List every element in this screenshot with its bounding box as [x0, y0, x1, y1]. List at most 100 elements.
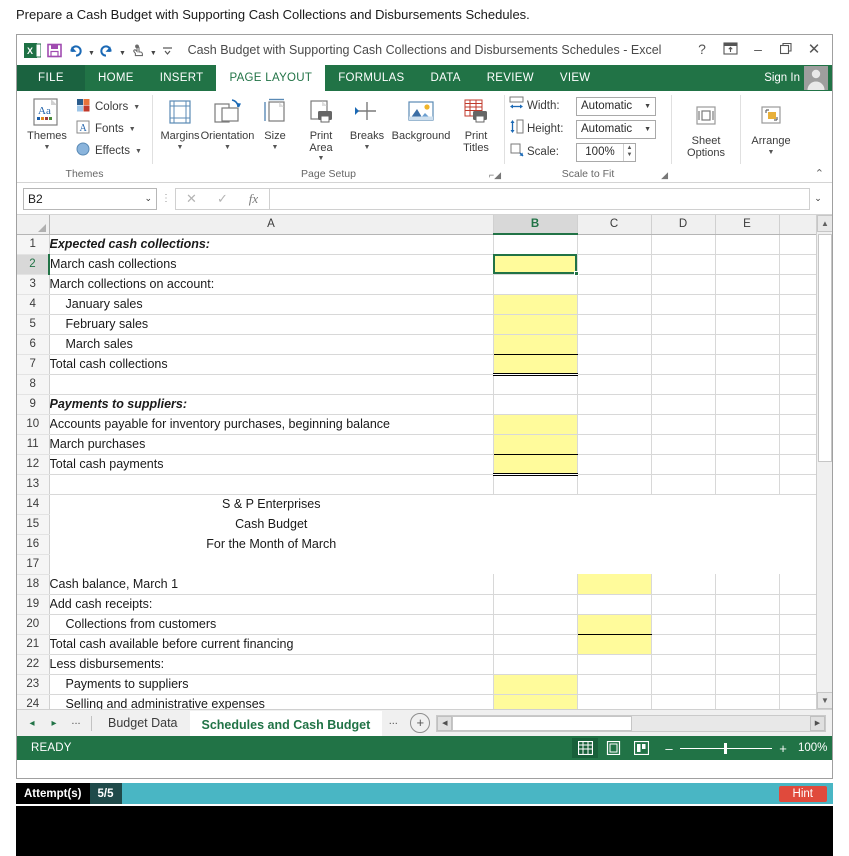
cell-D1[interactable]: [651, 234, 716, 255]
cell-F10[interactable]: [779, 414, 819, 435]
cell-F4[interactable]: [779, 294, 819, 315]
width-dropdown-icon[interactable]: ▼: [644, 103, 655, 110]
cell-A22[interactable]: Less disbursements:: [49, 654, 494, 675]
cell-A24[interactable]: Selling and administrative expenses: [49, 694, 494, 709]
name-box-dropdown-icon[interactable]: ⌄: [144, 193, 152, 204]
cell-E4[interactable]: [715, 294, 780, 315]
cell-B5[interactable]: [493, 314, 578, 335]
collapse-ribbon-icon[interactable]: ⌃: [815, 167, 824, 180]
cell-E19[interactable]: [715, 594, 780, 615]
cell-F6[interactable]: [779, 334, 819, 355]
hint-button[interactable]: Hint: [778, 785, 827, 802]
cell-B11[interactable]: [493, 434, 578, 455]
cell-F1[interactable]: [779, 234, 819, 255]
cell-E1[interactable]: [715, 234, 780, 255]
last-sheet-icon[interactable]: ▸: [43, 718, 65, 729]
cell-F8[interactable]: [779, 374, 819, 395]
vertical-scrollbar-thumb[interactable]: [818, 234, 832, 462]
print-titles-button[interactable]: Print Titles: [452, 94, 500, 156]
row-header-7[interactable]: 7: [17, 354, 50, 375]
column-header-e[interactable]: E: [715, 215, 780, 235]
row-header-11[interactable]: 11: [17, 434, 50, 455]
cell-C14[interactable]: [577, 494, 651, 514]
cell-E17[interactable]: [715, 554, 779, 574]
tab-insert[interactable]: INSERT: [147, 65, 217, 91]
more-sheets-left-icon[interactable]: ...: [65, 715, 87, 727]
scale-spinner[interactable]: 100% ▲ ▼: [576, 142, 636, 162]
cell-A16[interactable]: For the Month of March: [49, 534, 493, 554]
row-header-18[interactable]: 18: [17, 574, 50, 595]
column-header-b[interactable]: B: [493, 215, 578, 235]
restore-button[interactable]: [772, 37, 800, 61]
touch-mode-dropdown-icon[interactable]: ▼: [150, 50, 157, 57]
redo-dropdown-icon[interactable]: ▼: [119, 50, 126, 57]
cell-D11[interactable]: [651, 434, 716, 455]
cell-B14[interactable]: [493, 494, 577, 514]
scroll-left-icon[interactable]: ◀: [437, 715, 453, 731]
cell-D3[interactable]: [651, 274, 716, 295]
theme-effects-dropdown-icon[interactable]: ▼: [135, 148, 142, 155]
cell-D13[interactable]: [651, 474, 716, 495]
cell-A5[interactable]: February sales: [49, 314, 494, 335]
cell-B16[interactable]: [493, 534, 577, 554]
add-sheet-button[interactable]: +: [410, 713, 431, 733]
row-header-16[interactable]: 16: [17, 534, 50, 555]
cell-D20[interactable]: [651, 614, 716, 635]
background-button[interactable]: Background: [390, 94, 452, 145]
zoom-out-button[interactable]: –: [664, 741, 674, 756]
cell-D23[interactable]: [651, 674, 716, 695]
cell-C17[interactable]: [577, 554, 651, 574]
size-button[interactable]: Size ▼: [252, 94, 298, 153]
cell-E15[interactable]: [715, 514, 779, 534]
cell-C12[interactable]: [577, 454, 652, 475]
cell-E24[interactable]: [715, 694, 780, 709]
cell-B10[interactable]: [493, 414, 578, 435]
cell-E3[interactable]: [715, 274, 780, 295]
cell-D5[interactable]: [651, 314, 716, 335]
cell-F20[interactable]: [779, 614, 819, 635]
cell-A20[interactable]: Collections from customers: [49, 614, 494, 635]
row-header-23[interactable]: 23: [17, 674, 50, 695]
row-header-17[interactable]: 17: [17, 554, 50, 575]
cell-B18[interactable]: [493, 574, 578, 595]
cell-E12[interactable]: [715, 454, 780, 475]
cell-D24[interactable]: [651, 694, 716, 709]
cell-B20[interactable]: [493, 614, 578, 635]
cell-D12[interactable]: [651, 454, 716, 475]
cell-D17[interactable]: [651, 554, 715, 574]
cell-A13[interactable]: [49, 474, 494, 495]
theme-colors-dropdown-icon[interactable]: ▼: [133, 104, 140, 111]
cell-C19[interactable]: [577, 594, 652, 615]
cell-E14[interactable]: [715, 494, 779, 514]
tab-view[interactable]: VIEW: [547, 65, 604, 91]
column-header-f[interactable]: [779, 215, 819, 235]
cell-B21[interactable]: [493, 634, 578, 655]
scroll-right-icon[interactable]: ▶: [810, 715, 825, 731]
orientation-button[interactable]: Orientation ▼: [201, 94, 254, 153]
cell-D16[interactable]: [651, 534, 715, 554]
breaks-button[interactable]: Breaks ▼: [344, 94, 390, 153]
print-area-button[interactable]: Print Area ▼: [298, 94, 344, 164]
scale-spinner-buttons[interactable]: ▲ ▼: [623, 143, 635, 161]
row-header-2[interactable]: 2: [17, 254, 50, 275]
tab-page-layout[interactable]: PAGE LAYOUT: [216, 65, 326, 91]
cell-C6[interactable]: [577, 334, 652, 355]
row-header-20[interactable]: 20: [17, 614, 50, 635]
row-header-12[interactable]: 12: [17, 454, 50, 475]
cell-F14[interactable]: [779, 494, 818, 514]
cell-A9[interactable]: Payments to suppliers:: [49, 394, 494, 415]
close-button[interactable]: ✕: [800, 37, 828, 61]
insert-function-icon[interactable]: fx: [238, 191, 269, 207]
tab-formulas[interactable]: FORMULAS: [325, 65, 417, 91]
cell-E20[interactable]: [715, 614, 780, 635]
zoom-slider-thumb[interactable]: [724, 742, 727, 754]
cell-E16[interactable]: [715, 534, 779, 554]
cell-F12[interactable]: [779, 454, 819, 475]
cell-D18[interactable]: [651, 574, 716, 595]
cell-F17[interactable]: [779, 554, 818, 574]
cell-D8[interactable]: [651, 374, 716, 395]
cell-B23[interactable]: [493, 674, 578, 695]
cell-F22[interactable]: [779, 654, 819, 675]
horizontal-scrollbar-thumb[interactable]: [452, 715, 633, 731]
cell-E6[interactable]: [715, 334, 780, 355]
